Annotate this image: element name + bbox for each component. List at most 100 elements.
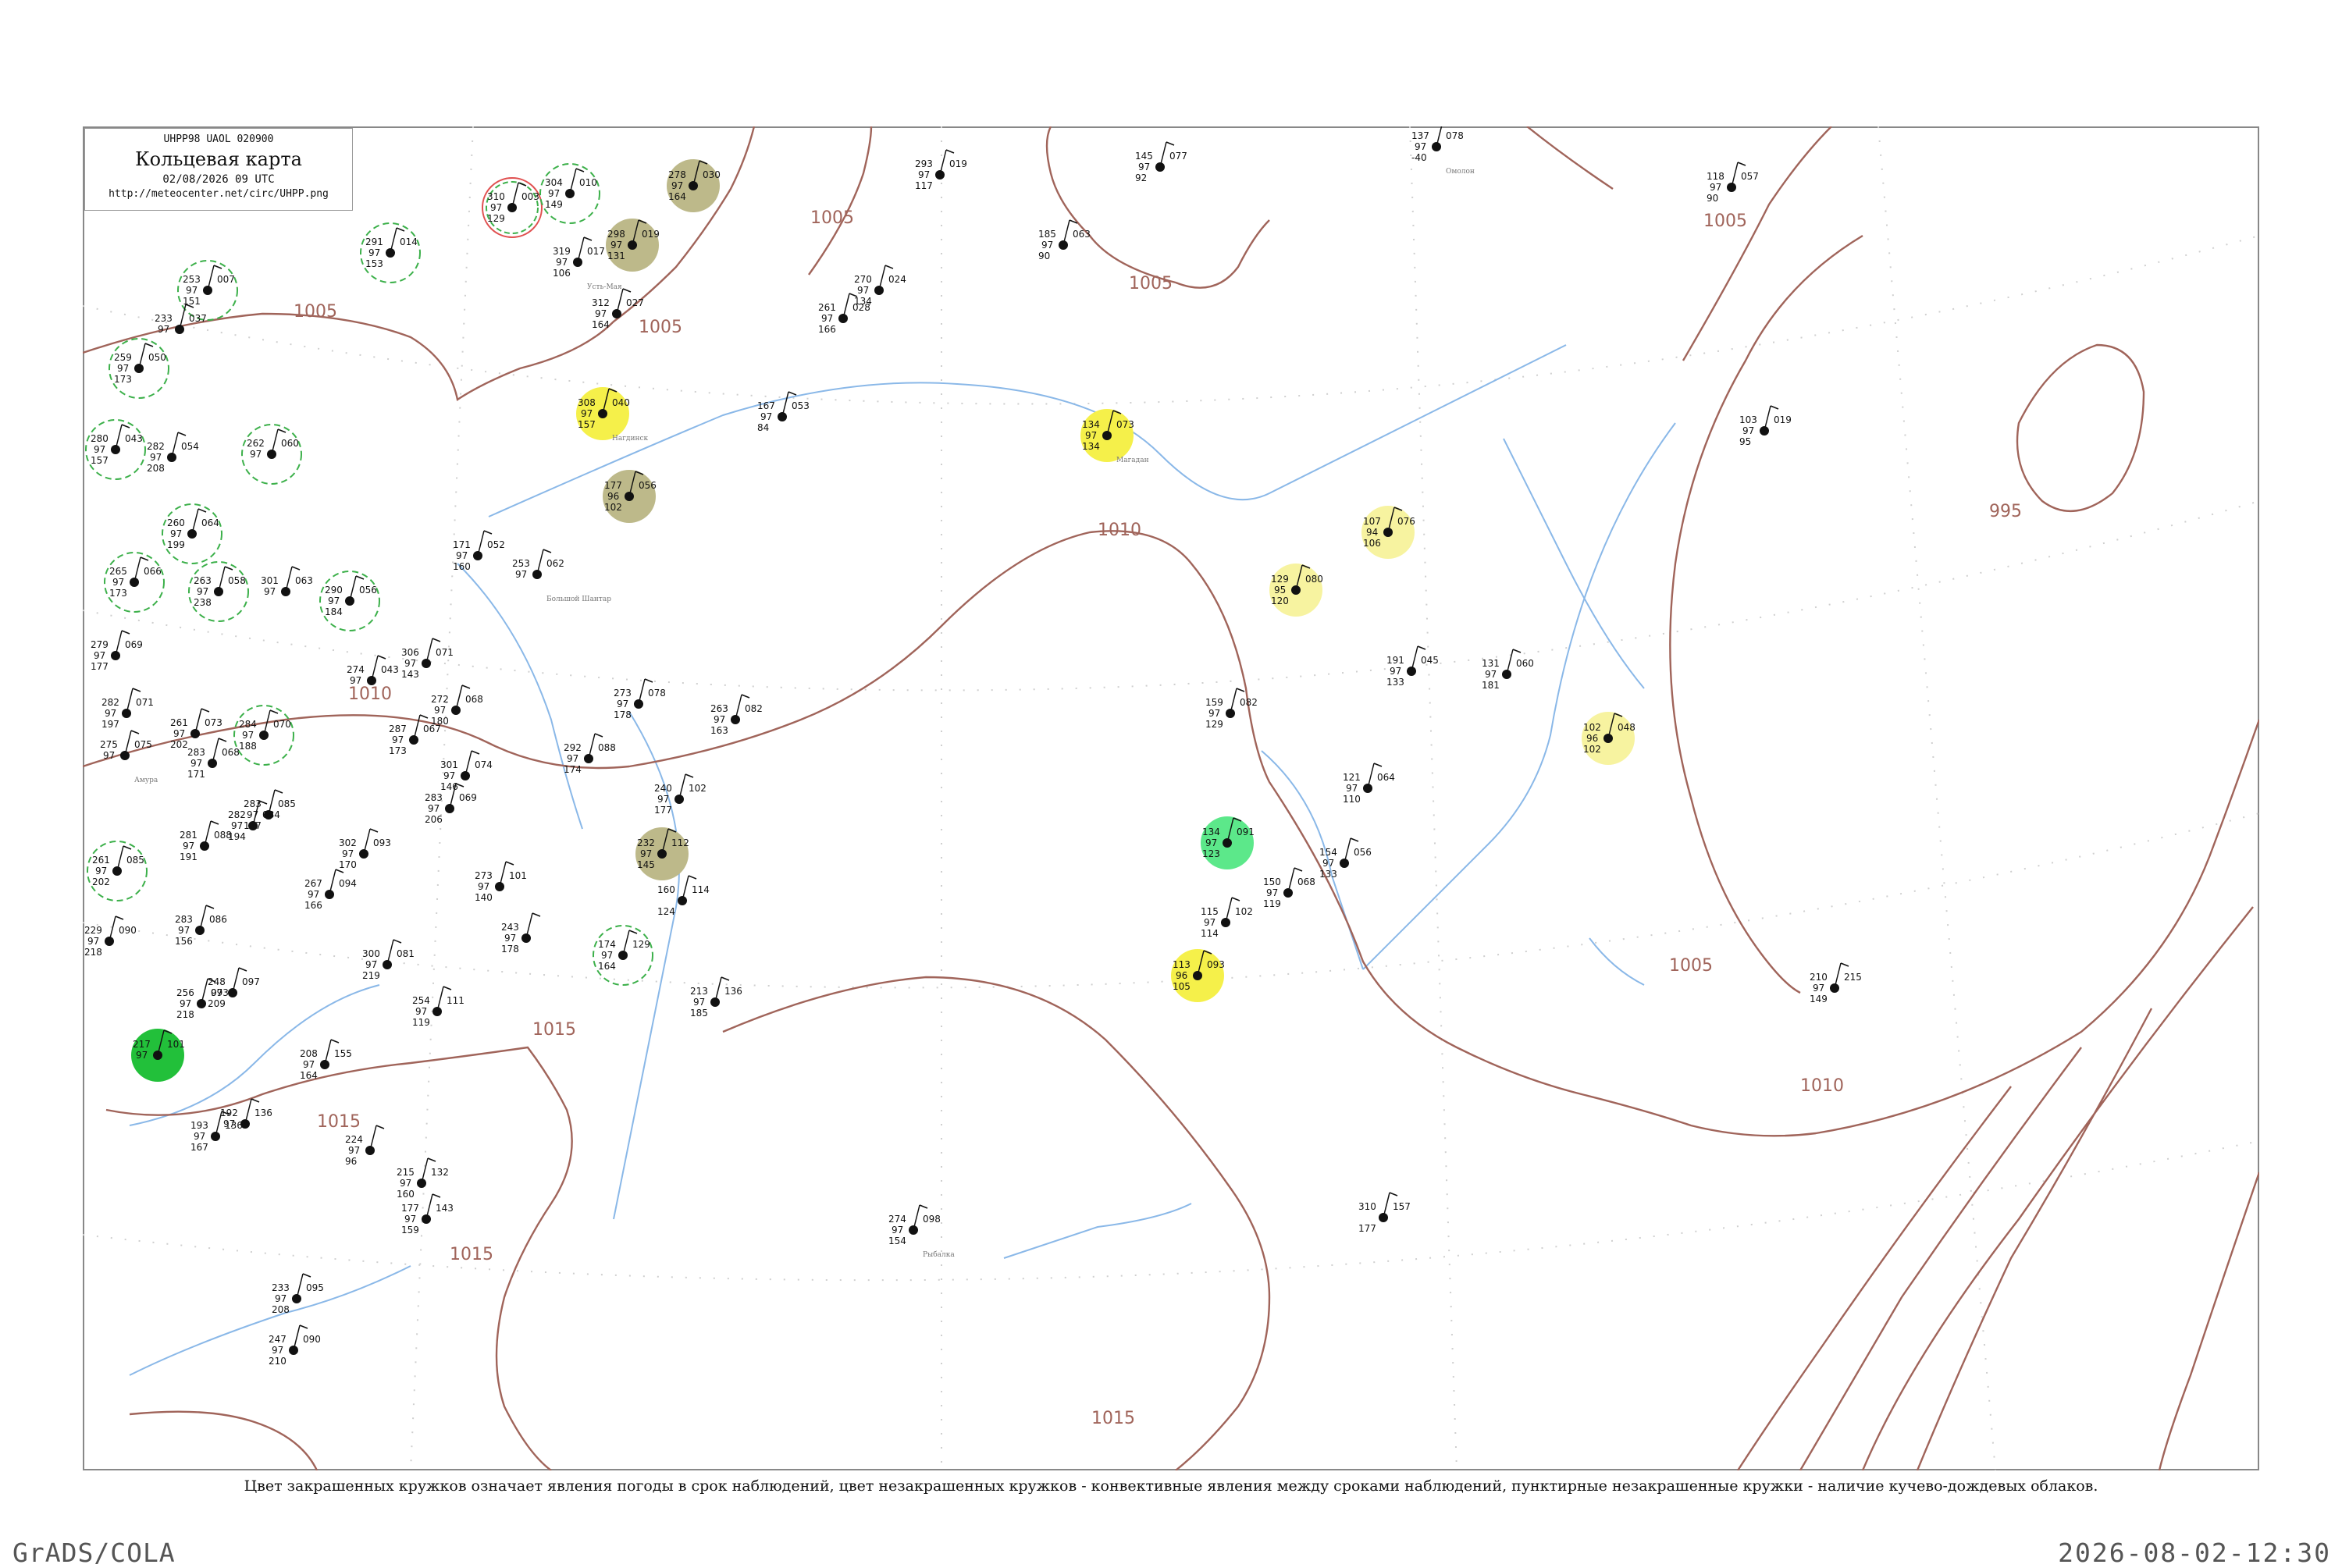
station-plot: 30197146074 bbox=[440, 750, 493, 792]
station-plot: 28197191 088 bbox=[180, 820, 232, 862]
wind-barb-icon bbox=[1770, 405, 1779, 410]
wind-barb-icon bbox=[543, 549, 552, 553]
station-plot: 21597160 132 bbox=[397, 1157, 449, 1200]
isobar-label: 1010 bbox=[1800, 1076, 1844, 1096]
station-temperature: 177 bbox=[1358, 1223, 1376, 1234]
station-plot: 25397151007 bbox=[177, 260, 238, 321]
station-tendency: 081 bbox=[397, 948, 415, 959]
station-tendency: 090 bbox=[303, 1334, 321, 1345]
wind-barb-icon bbox=[583, 236, 593, 241]
isobar-label: 1005 bbox=[294, 302, 337, 322]
wind-barb-icon bbox=[133, 556, 141, 583]
station-temperature: 218 bbox=[176, 1009, 194, 1020]
station-visibility: 95 bbox=[1274, 585, 1286, 596]
wind-barb-icon bbox=[1834, 962, 1842, 989]
wind-barb-icon bbox=[1512, 649, 1522, 653]
station-pressure: 283 bbox=[425, 792, 443, 803]
wind-barb-icon bbox=[1236, 688, 1245, 692]
station-visibility: 97 bbox=[443, 770, 455, 781]
wind-barb-icon bbox=[204, 820, 212, 847]
wind-barb-icon bbox=[455, 684, 463, 711]
station-pressure: 134 bbox=[1082, 419, 1100, 430]
station-pressure: 282 bbox=[101, 697, 119, 708]
wind-barb-icon bbox=[396, 227, 405, 232]
station-tendency: 030 bbox=[703, 169, 721, 180]
wind-barb-icon bbox=[138, 343, 146, 369]
station-tendency: 112 bbox=[671, 837, 689, 848]
station-pressure: 253 bbox=[512, 558, 530, 569]
station-plot: 29097184 056 bbox=[319, 571, 380, 631]
wind-barb-icon bbox=[721, 976, 730, 981]
station-pressure: 159 bbox=[1205, 697, 1223, 708]
station-plot: 28497188 070 bbox=[233, 705, 294, 766]
station-visibility: 97 bbox=[1390, 666, 1401, 677]
wind-barb-icon bbox=[144, 343, 154, 347]
isobar-label: 1005 bbox=[1129, 274, 1173, 293]
station-temperature: 202 bbox=[92, 876, 110, 887]
station-temperature: 157 bbox=[91, 455, 109, 466]
station-tendency: 094 bbox=[339, 878, 357, 889]
wind-barb-icon bbox=[685, 773, 694, 778]
station-pressure: 129 bbox=[1271, 574, 1289, 585]
isobar-label: 1015 bbox=[317, 1112, 361, 1132]
station-pressure: 273 bbox=[614, 688, 632, 699]
wind-barb-icon bbox=[355, 575, 365, 580]
station-visibility: 97 bbox=[173, 728, 185, 739]
station-plot: 160 124 114 bbox=[657, 875, 710, 917]
station-visibility: 97 bbox=[640, 848, 652, 859]
station-temperature: 124 bbox=[657, 906, 675, 917]
station-name: Большой Шантар bbox=[546, 596, 611, 603]
station-plot: 13797-40 078 Омолон bbox=[1411, 126, 1475, 176]
station-pressure: 102 bbox=[1583, 722, 1601, 733]
station-plot: 31097129 003 bbox=[482, 177, 543, 238]
wind-barb-icon bbox=[1159, 141, 1167, 168]
station-tendency: 129 bbox=[632, 939, 650, 950]
station-visibility: 97 bbox=[348, 1145, 360, 1156]
station-pressure: 113 bbox=[1173, 959, 1191, 970]
station-pressure: 260 bbox=[167, 517, 185, 528]
wind-barb-icon bbox=[329, 869, 336, 895]
station-plot: 30297170 093 bbox=[339, 828, 391, 870]
station-tendency: 102 bbox=[689, 783, 707, 794]
station-tendency: 027 bbox=[626, 297, 644, 308]
wind-barb-icon bbox=[616, 288, 624, 315]
station-tendency: 077 bbox=[1169, 151, 1187, 162]
wind-barb-icon bbox=[1344, 837, 1351, 864]
station-visibility: 97 bbox=[693, 997, 705, 1008]
station-visibility: 97 bbox=[671, 180, 683, 191]
station-visibility: 97 bbox=[456, 550, 468, 561]
station-pressure: 177 bbox=[401, 1203, 419, 1214]
wind-barb-icon bbox=[1373, 763, 1383, 767]
station-visibility: 97 bbox=[1085, 430, 1097, 441]
station-visibility: 97 bbox=[242, 730, 254, 741]
station-pressure: 167 bbox=[757, 400, 775, 411]
station-tendency: 093 bbox=[373, 837, 391, 848]
station-temperature: 96 bbox=[345, 1156, 357, 1167]
station-visibility: 97 bbox=[117, 363, 129, 374]
station-plot: 25397 062 Большой Шантар bbox=[512, 549, 611, 603]
station-temperature: 156 bbox=[175, 936, 193, 947]
station-plot: 17797159 143 bbox=[401, 1193, 454, 1236]
station-plot: 25997173 050 bbox=[109, 338, 169, 399]
station-pressure: 210 bbox=[1810, 972, 1828, 983]
station-plot: 27497154 098 Рыбалка bbox=[888, 1204, 955, 1259]
station-visibility: 97 bbox=[601, 950, 613, 961]
station-tendency: 085 bbox=[126, 855, 144, 866]
station-visibility: 97 bbox=[581, 408, 593, 419]
wind-barb-icon bbox=[207, 265, 215, 291]
station-tendency: 073 bbox=[1116, 419, 1134, 430]
station-visibility: 97 bbox=[112, 577, 124, 588]
station-tendency: 114 bbox=[692, 884, 710, 895]
map-info-box: UHPP98 UAOL 020900 Кольцевая карта 02/08… bbox=[84, 128, 353, 211]
wind-barb-icon bbox=[198, 508, 207, 513]
wind-barb-icon bbox=[945, 149, 955, 154]
station-pressure: 261 bbox=[818, 302, 836, 313]
station-temperature: 238 bbox=[194, 597, 212, 608]
station-pressure: 134 bbox=[1202, 827, 1220, 837]
station-visibility: 97 bbox=[183, 841, 194, 852]
station-temperature: 219 bbox=[362, 970, 380, 981]
wind-barb-icon bbox=[644, 678, 653, 683]
wind-barb-icon bbox=[443, 986, 452, 990]
station-pressure: 145 bbox=[1135, 151, 1153, 162]
station-pressure: 171 bbox=[453, 539, 471, 550]
